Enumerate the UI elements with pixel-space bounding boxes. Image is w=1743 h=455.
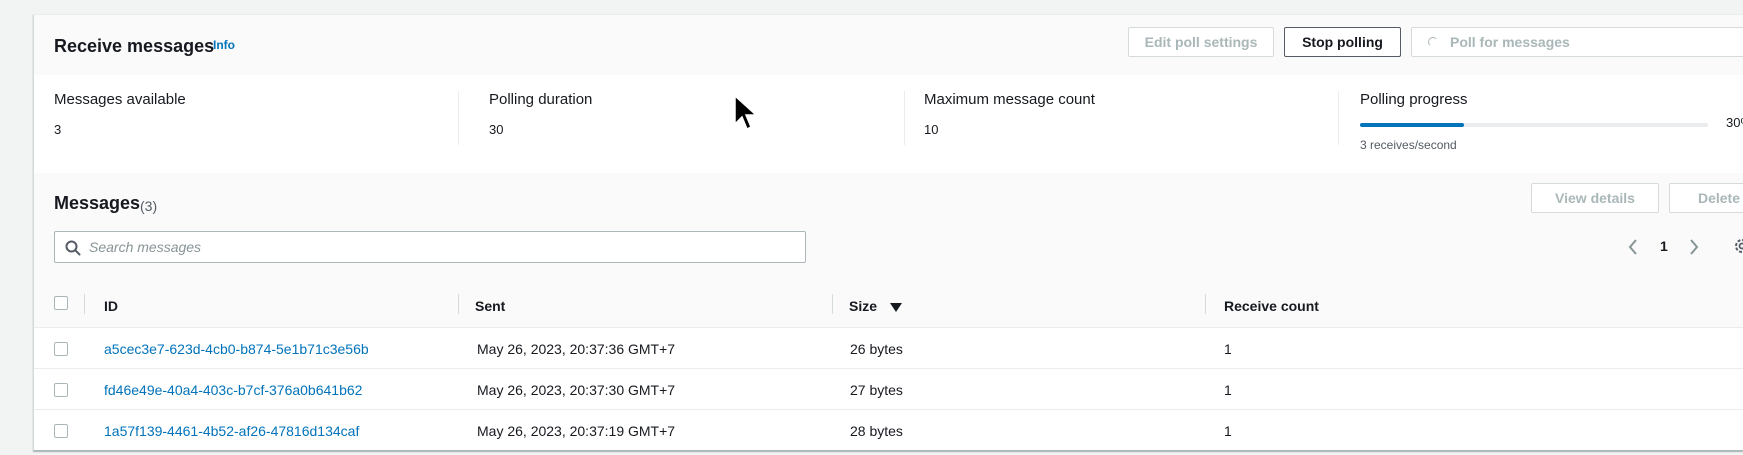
row-checkbox[interactable] bbox=[54, 424, 68, 438]
chevron-right-icon[interactable] bbox=[1688, 239, 1700, 260]
select-all-checkbox[interactable] bbox=[54, 296, 68, 310]
message-size: 27 bytes bbox=[850, 382, 903, 398]
max-message-count-value: 10 bbox=[924, 122, 939, 137]
column-divider bbox=[1205, 294, 1206, 314]
column-header-receive-count[interactable]: Receive count bbox=[1224, 298, 1319, 314]
sort-descending-icon[interactable] bbox=[890, 300, 902, 318]
message-size: 28 bytes bbox=[850, 423, 903, 439]
delete-label: Delete bbox=[1697, 190, 1741, 206]
polling-progress-bar bbox=[1360, 123, 1708, 127]
polling-duration-label: Polling duration bbox=[489, 91, 593, 108]
table-row[interactable]: 1a57f139-4461-4b52-af26-47816d134caf May… bbox=[34, 410, 1743, 450]
table-header: ID Sent Size Receive count bbox=[34, 279, 1743, 328]
delete-button[interactable]: Delete bbox=[1669, 183, 1743, 213]
message-id-link[interactable]: a5cec3e7-623d-4cb0-b874-5e1b71c3e56b bbox=[104, 341, 369, 357]
stat-divider bbox=[1338, 91, 1339, 145]
poll-for-messages-button[interactable]: Poll for messages bbox=[1411, 27, 1743, 57]
message-receive-count: 1 bbox=[1224, 382, 1232, 398]
polling-stats: Messages available 3 Polling duration 30… bbox=[34, 75, 1743, 173]
edit-poll-settings-button[interactable]: Edit poll settings bbox=[1128, 27, 1274, 57]
receive-messages-title: Receive messages bbox=[54, 36, 215, 56]
messages-count: (3) bbox=[140, 198, 158, 214]
table-row[interactable]: fd46e49e-40a4-403c-b7cf-376a0b641b62 May… bbox=[34, 369, 1743, 410]
row-checkbox[interactable] bbox=[54, 342, 68, 356]
view-details-label: View details bbox=[1555, 190, 1635, 206]
spinner-icon bbox=[1428, 37, 1438, 47]
polling-duration-value: 30 bbox=[489, 122, 504, 137]
polling-progress-fill bbox=[1360, 123, 1465, 127]
chevron-left-icon[interactable] bbox=[1627, 239, 1639, 260]
stat-divider bbox=[904, 91, 905, 145]
gear-icon[interactable] bbox=[1733, 237, 1743, 260]
column-divider bbox=[84, 294, 85, 314]
message-size: 26 bytes bbox=[850, 341, 903, 357]
message-receive-count: 1 bbox=[1224, 341, 1232, 357]
message-sent: May 26, 2023, 20:37:30 GMT+7 bbox=[477, 382, 676, 398]
info-link[interactable]: Info bbox=[213, 38, 235, 52]
view-details-button[interactable]: View details bbox=[1531, 183, 1659, 213]
stop-polling-button[interactable]: Stop polling bbox=[1284, 27, 1401, 57]
polling-progress-rate: 3 receives/second bbox=[1360, 138, 1457, 152]
message-receive-count: 1 bbox=[1224, 423, 1232, 439]
messages-available-label: Messages available bbox=[54, 91, 186, 108]
column-header-id[interactable]: ID bbox=[104, 298, 118, 314]
column-header-size[interactable]: Size bbox=[849, 298, 877, 314]
edit-poll-settings-label: Edit poll settings bbox=[1144, 34, 1258, 50]
messages-available-value: 3 bbox=[54, 122, 62, 137]
column-header-sent[interactable]: Sent bbox=[475, 298, 505, 314]
message-sent: May 26, 2023, 20:37:36 GMT+7 bbox=[477, 341, 676, 357]
polling-progress-label: Polling progress bbox=[1360, 91, 1468, 108]
message-sent: May 26, 2023, 20:37:19 GMT+7 bbox=[477, 423, 676, 439]
search-box bbox=[54, 231, 806, 263]
column-divider bbox=[458, 294, 459, 314]
max-message-count-label: Maximum message count bbox=[924, 91, 1095, 108]
search-input[interactable] bbox=[89, 236, 789, 258]
polling-progress-percent: 30% bbox=[1726, 115, 1743, 130]
stat-divider bbox=[458, 91, 459, 145]
stop-polling-label: Stop polling bbox=[1302, 34, 1383, 50]
table-row[interactable]: a5cec3e7-623d-4cb0-b874-5e1b71c3e56b May… bbox=[34, 328, 1743, 369]
column-divider bbox=[832, 294, 833, 314]
poll-for-messages-label: Poll for messages bbox=[1450, 34, 1570, 50]
message-id-link[interactable]: 1a57f139-4461-4b52-af26-47816d134caf bbox=[104, 423, 359, 439]
receive-messages-panel: Receive messages Info Edit poll settings… bbox=[33, 14, 1743, 451]
mouse-pointer-icon bbox=[734, 94, 758, 136]
row-checkbox[interactable] bbox=[54, 383, 68, 397]
search-icon bbox=[65, 240, 81, 261]
messages-title: Messages bbox=[54, 193, 141, 213]
current-page-number[interactable]: 1 bbox=[1660, 238, 1668, 254]
message-id-link[interactable]: fd46e49e-40a4-403c-b7cf-376a0b641b62 bbox=[104, 382, 362, 398]
